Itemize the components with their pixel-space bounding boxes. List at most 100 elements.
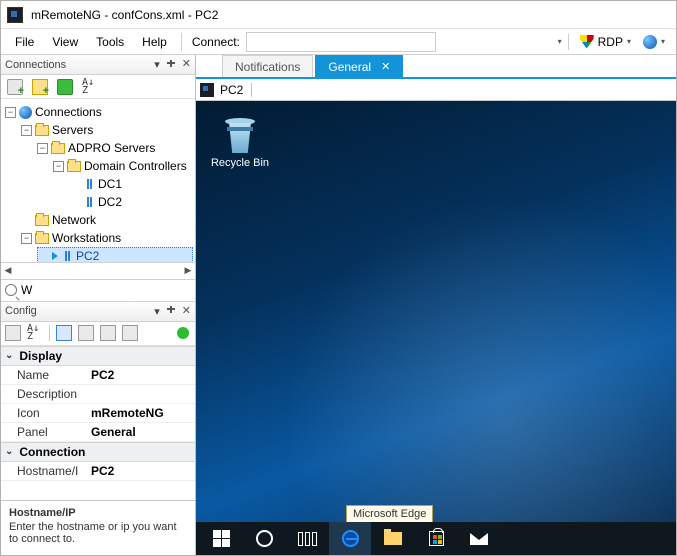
- tree-root[interactable]: − Connections: [5, 103, 193, 121]
- mail-icon: [470, 533, 488, 545]
- pin-icon[interactable]: [166, 306, 176, 316]
- protocol-dropdown[interactable]: RDP ▾: [575, 32, 636, 52]
- taskbar-explorer[interactable]: [372, 522, 414, 555]
- connections-tree[interactable]: − Connections − Servers: [1, 99, 195, 262]
- prop-label: Name: [1, 368, 91, 382]
- sort-icon[interactable]: A↓Z: [82, 79, 98, 95]
- prop-label: Icon: [1, 406, 91, 420]
- tab-notifications[interactable]: Notifications: [222, 55, 313, 77]
- help-title: Hostname/IP: [9, 507, 187, 519]
- scroll-left-icon[interactable]: ◀: [1, 265, 15, 276]
- connect-combo[interactable]: [246, 32, 436, 52]
- tab-label: Notifications: [235, 60, 300, 74]
- panel-menu-caret[interactable]: ▾: [154, 58, 160, 71]
- menu-help[interactable]: Help: [134, 32, 175, 52]
- taskbar-store[interactable]: [415, 522, 457, 555]
- taskbar-edge[interactable]: [329, 522, 371, 555]
- cfg-view1-icon[interactable]: [56, 325, 72, 341]
- recycle-bin-icon: [223, 115, 257, 153]
- recycle-bin[interactable]: Recycle Bin: [210, 115, 270, 169]
- folder-icon: [35, 215, 49, 226]
- folder-icon: [384, 532, 402, 545]
- taskview-icon: [298, 532, 317, 546]
- property-help: Hostname/IP Enter the hostname or ip you…: [1, 500, 195, 555]
- cfg-sort-icon[interactable]: A↓Z: [27, 325, 43, 341]
- pin-icon[interactable]: [166, 60, 176, 70]
- expander-icon[interactable]: −: [21, 125, 32, 136]
- prop-panel[interactable]: Panel General: [1, 423, 195, 442]
- close-icon[interactable]: ✕: [182, 306, 191, 317]
- close-icon[interactable]: ✕: [381, 60, 390, 73]
- cortana-icon: [256, 530, 273, 547]
- taskbar-tooltip: Microsoft Edge: [346, 505, 433, 523]
- prop-value[interactable]: General: [91, 425, 195, 439]
- tree-dc2[interactable]: DC2: [69, 193, 193, 211]
- globe-dropdown[interactable]: ▾: [638, 32, 670, 52]
- prop-value[interactable]: PC2: [91, 464, 195, 478]
- taskbar-mail[interactable]: [458, 522, 500, 555]
- tree-network[interactable]: Network: [21, 211, 193, 229]
- config-grid: ⌄ Display Name PC2 Description Icon mRem…: [1, 346, 195, 501]
- menu-tools[interactable]: Tools: [88, 32, 132, 52]
- folder-icon: [51, 143, 65, 154]
- prop-value[interactable]: PC2: [91, 368, 195, 382]
- cfg-view4-icon[interactable]: [122, 325, 138, 341]
- start-button[interactable]: [200, 522, 242, 555]
- group-connection[interactable]: ⌄ Connection: [1, 442, 195, 462]
- search-input[interactable]: [21, 283, 191, 297]
- menubar: File View Tools Help Connect: ▾ RDP ▾ ▾: [1, 29, 676, 55]
- new-folder-icon[interactable]: [32, 79, 48, 95]
- tree-label: PC2: [76, 249, 99, 262]
- expander-icon[interactable]: −: [53, 161, 64, 172]
- prop-icon[interactable]: Icon mRemoteNG: [1, 404, 195, 423]
- tree-label: Servers: [52, 123, 93, 137]
- chevron-down-icon: ⌄: [5, 350, 13, 361]
- left-pane: Connections ▾ ✕ A↓Z − Connections: [1, 55, 196, 555]
- play-icon: [52, 252, 58, 260]
- prop-name[interactable]: Name PC2: [1, 366, 195, 385]
- connections-panel-header: Connections ▾ ✕: [1, 55, 195, 75]
- session-tab-row: PC2: [196, 79, 676, 101]
- expander-icon[interactable]: −: [5, 107, 16, 118]
- prop-hostname[interactable]: Hostname/I PC2: [1, 462, 195, 481]
- tree-pc2[interactable]: PC2: [37, 247, 193, 262]
- cfg-view3-icon[interactable]: [100, 325, 116, 341]
- cfg-categorized-icon[interactable]: [5, 325, 21, 341]
- expander-icon[interactable]: −: [21, 233, 32, 244]
- quick-connect-caret[interactable]: ▾: [558, 37, 562, 46]
- tree-servers[interactable]: − Servers: [21, 121, 193, 139]
- tree-label: Network: [52, 213, 96, 227]
- prop-description[interactable]: Description: [1, 385, 195, 404]
- doc-tabs: Notifications General ✕: [196, 55, 676, 79]
- close-icon[interactable]: ✕: [182, 59, 191, 70]
- scroll-right-icon[interactable]: ▶: [181, 265, 195, 276]
- connections-panel-title: Connections: [5, 59, 154, 71]
- cortana-button[interactable]: [243, 522, 285, 555]
- connection-icon: [61, 250, 73, 262]
- tree-adpro[interactable]: − ADPRO Servers: [37, 139, 193, 157]
- group-display[interactable]: ⌄ Display: [1, 346, 195, 366]
- windows-logo-icon: [213, 530, 230, 547]
- remote-desktop-view[interactable]: Recycle Bin Microsoft Edge: [196, 101, 676, 555]
- tree-dc1[interactable]: DC1: [69, 175, 193, 193]
- expander-icon[interactable]: −: [37, 143, 48, 154]
- tree-workstations[interactable]: − Workstations: [21, 229, 193, 247]
- tab-general[interactable]: General ✕: [315, 55, 403, 77]
- tree-dcs[interactable]: − Domain Controllers: [53, 157, 193, 175]
- titlebar: mRemoteNG - confCons.xml - PC2: [1, 1, 676, 29]
- menu-view[interactable]: View: [44, 32, 86, 52]
- hscroll[interactable]: ◀ ▶: [1, 262, 195, 280]
- connect-icon[interactable]: [57, 79, 73, 95]
- menu-file[interactable]: File: [7, 32, 42, 52]
- taskview-button[interactable]: [286, 522, 328, 555]
- cfg-view2-icon[interactable]: [78, 325, 94, 341]
- panel-menu-caret[interactable]: ▾: [154, 305, 160, 318]
- prop-value[interactable]: mRemoteNG: [91, 406, 195, 420]
- globe-icon: [643, 35, 657, 49]
- tree-label: ADPRO Servers: [68, 141, 155, 155]
- prop-label: Panel: [1, 425, 91, 439]
- right-pane: Notifications General ✕ PC2 Recycle Bin …: [196, 55, 676, 555]
- session-title[interactable]: PC2: [220, 83, 252, 97]
- new-connection-icon[interactable]: [7, 79, 23, 95]
- session-icon: [200, 83, 214, 97]
